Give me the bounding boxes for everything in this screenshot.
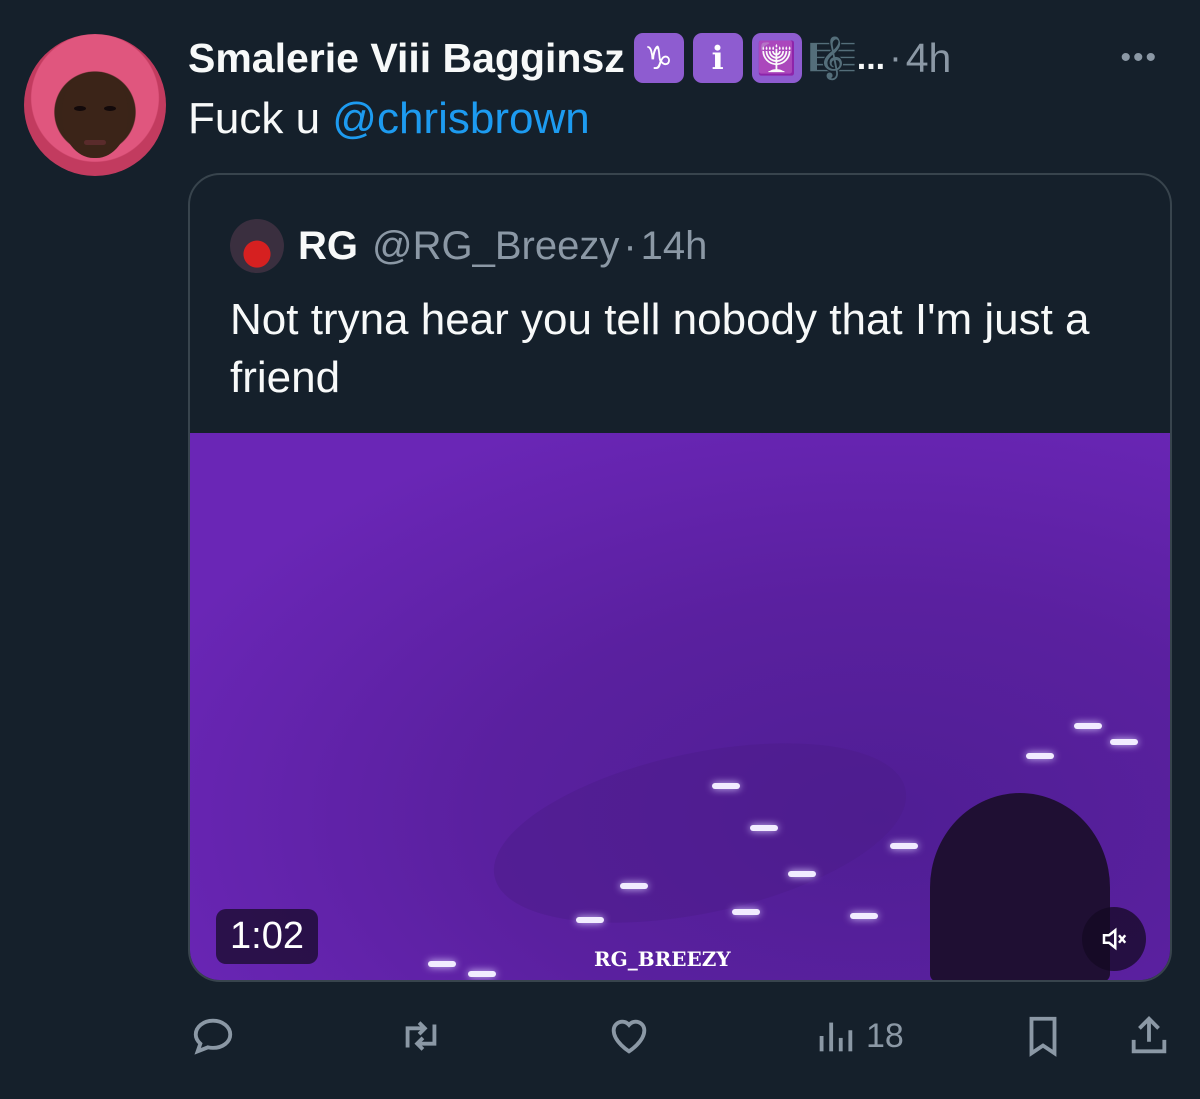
share-button[interactable] — [1126, 1008, 1172, 1064]
video-watermark: RG_BREEZY — [594, 947, 731, 971]
capricorn-emoji: ♑ — [633, 33, 684, 83]
quoted-header: RG @RG_Breezy · 14h — [298, 219, 707, 273]
quoted-author-avatar[interactable] — [230, 219, 284, 273]
heart-icon — [611, 1019, 647, 1054]
more-options-icon[interactable]: ••• — [1120, 43, 1158, 73]
quoted-tweet[interactable]: RG @RG_Breezy · 14h Not tryna hear you t… — [188, 173, 1172, 982]
menorah-emoji: 🕎 — [751, 33, 802, 83]
mention-link[interactable]: @chrisbrown — [332, 94, 589, 143]
tweet-timestamp[interactable]: 4h — [906, 35, 952, 82]
tweet-header: Smalerie Viii Bagginsz ♑ ℹ 🕎 🎼 ... · 4h — [188, 30, 951, 86]
quoted-author-handle[interactable]: @RG_Breezy — [372, 224, 619, 269]
crowd-light — [620, 883, 648, 889]
separator-dot: · — [889, 36, 902, 79]
crowd-light — [750, 825, 778, 831]
crowd-light — [428, 961, 456, 967]
tweet-text-body: Fuck u — [188, 94, 333, 143]
video-player[interactable]: 1:02 RG_BREEZY — [190, 433, 1170, 980]
avatar-mouth — [84, 140, 106, 145]
quoted-timestamp[interactable]: 14h — [641, 224, 708, 269]
tweet-actions: 18 — [0, 1008, 1200, 1068]
speaker-muted-icon — [1102, 927, 1127, 951]
avatar-eye — [104, 106, 116, 111]
name-truncation: ... — [856, 38, 886, 77]
avatar-face — [62, 72, 128, 158]
tweet-text: Fuck u @chrisbrown — [188, 94, 590, 144]
avatar-eye — [74, 106, 86, 111]
crowd-light — [788, 871, 816, 877]
like-button[interactable] — [606, 1008, 652, 1064]
crowd-light — [850, 913, 878, 919]
author-avatar[interactable] — [24, 34, 166, 176]
mute-button[interactable] — [1082, 907, 1146, 971]
musical-score-emoji: 🎼 — [807, 36, 858, 81]
share-icon — [1131, 1016, 1167, 1054]
video-duration: 1:02 — [216, 909, 318, 964]
video-frame-silhouette — [930, 793, 1110, 980]
crowd-light — [1026, 753, 1054, 759]
bookmark-button[interactable] — [1020, 1008, 1066, 1064]
author-name[interactable]: Smalerie Viii Bagginsz — [188, 35, 625, 82]
retweet-button[interactable] — [398, 1008, 444, 1064]
crowd-light — [732, 909, 760, 915]
crowd-light — [712, 783, 740, 789]
separator-dot: · — [623, 223, 637, 268]
quoted-text: Not tryna hear you tell nobody that I'm … — [230, 295, 1090, 402]
quoted-author-name[interactable]: RG — [298, 224, 358, 269]
information-emoji: ℹ — [692, 33, 743, 83]
views-button[interactable]: 18 — [812, 1008, 904, 1064]
views-icon — [819, 1022, 853, 1052]
crowd-light — [890, 843, 918, 849]
crowd-light — [576, 917, 604, 923]
retweet-icon — [405, 1021, 437, 1051]
reply-icon — [193, 1018, 233, 1055]
views-count: 18 — [866, 1016, 904, 1055]
crowd-light — [1110, 739, 1138, 745]
bookmark-icon — [1029, 1016, 1057, 1057]
reply-button[interactable] — [190, 1008, 236, 1064]
crowd-light — [1074, 723, 1102, 729]
crowd-light — [468, 971, 496, 977]
